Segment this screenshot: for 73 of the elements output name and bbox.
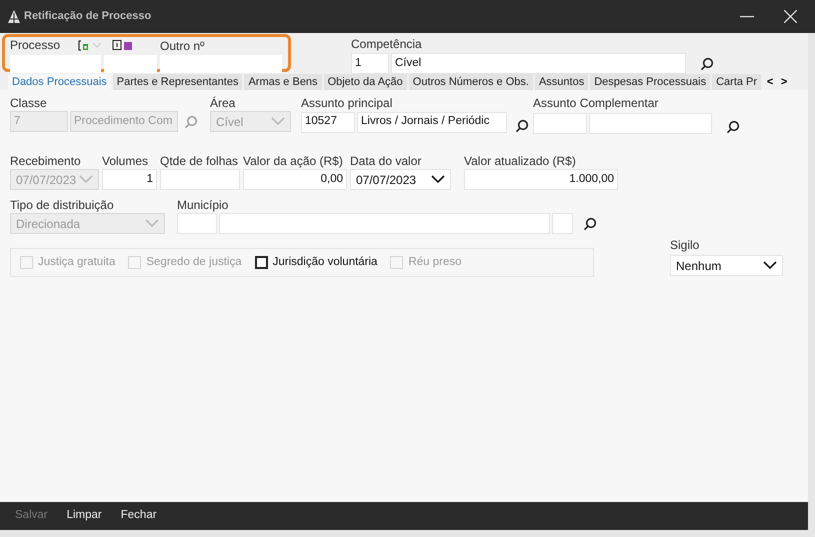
note-icon[interactable] (112, 40, 122, 51)
tab[interactable]: Dados Processuais (8, 74, 111, 90)
checkbox-label: Jurisdição voluntária (272, 254, 378, 270)
field-label: Área (210, 96, 236, 111)
input-field[interactable] (177, 213, 217, 234)
input-field[interactable] (552, 213, 573, 234)
input-field[interactable] (533, 113, 587, 134)
checkbox-label: Réu preso (408, 254, 462, 270)
tab[interactable]: Assuntos (534, 74, 588, 90)
tab-scroll-button[interactable]: > (777, 74, 792, 90)
input-field[interactable] (160, 55, 282, 73)
checkbox-label: Segredo de justiça (146, 254, 242, 270)
input-field[interactable]: 10527 (301, 112, 355, 132)
search-icon[interactable] (515, 119, 529, 133)
dropdown-value: 07/07/2023 (16, 172, 76, 188)
input-field[interactable]: Livros / Jornais / Periódic (357, 112, 507, 132)
field-label: Sigilo (670, 238, 700, 253)
field-label: Valor atualizado (R$) (464, 154, 577, 169)
checkbox-label: Justiça gratuita (38, 254, 116, 270)
dropdown-value: 07/07/2023 (356, 172, 416, 188)
dropdown-value: Nenhum (676, 258, 722, 274)
field-label: Classe (10, 96, 48, 111)
dropdown[interactable]: 07/07/2023 (350, 169, 451, 190)
tab-scroll-button[interactable]: < (763, 74, 778, 90)
window-title: Retificação de Processo (24, 9, 152, 24)
chevron-down-icon (431, 175, 445, 184)
tab[interactable]: Armas e Bens (244, 74, 322, 90)
close-icon[interactable] (784, 10, 797, 23)
chevron-down-icon[interactable] (93, 43, 102, 48)
field-label: Município (177, 198, 230, 213)
field-label: Data do valor (350, 154, 422, 169)
app-logo-icon (8, 10, 20, 23)
chevron-down-icon (79, 175, 93, 184)
field-label: Competência (351, 37, 423, 52)
field-label: Tipo de distribuição (10, 198, 115, 213)
dropdown-value: Cível (216, 114, 244, 130)
tab[interactable]: Despesas Processuais (590, 74, 710, 90)
input-field[interactable]: 1 (351, 53, 389, 74)
tab[interactable]: Carta Pr (712, 74, 762, 90)
footer-button[interactable]: Fechar (120, 507, 157, 525)
minimize-icon[interactable] (740, 16, 754, 18)
dropdown-value: Direcionada (16, 216, 80, 232)
input-field[interactable]: 1 (102, 169, 157, 190)
square-icon[interactable] (124, 42, 132, 50)
input-field[interactable] (10, 55, 101, 73)
field-label: Qtde de folhas (160, 154, 240, 169)
footer-button[interactable]: Limpar (66, 507, 102, 525)
field-label: Outro nº (160, 38, 204, 52)
dropdown[interactable]: Nenhum (670, 255, 783, 276)
field-label: Volumes (102, 154, 150, 169)
search-icon[interactable] (700, 56, 714, 70)
field-label: Assunto Complementar (533, 96, 660, 111)
search-icon[interactable] (726, 120, 740, 134)
input-field[interactable]: 1.000,00 (464, 169, 618, 190)
checkbox[interactable] (254, 256, 268, 269)
field-label: Recebimento (10, 154, 82, 169)
input-field[interactable] (160, 169, 240, 190)
field-label: Valor da ação (R$) (243, 154, 344, 169)
chevron-down-icon (763, 261, 777, 270)
input-field[interactable] (219, 213, 550, 234)
tab[interactable]: Outros Números e Obs. (408, 74, 533, 90)
input-field[interactable] (104, 55, 157, 73)
field-label: Processo (10, 38, 60, 53)
chevron-down-icon (271, 117, 285, 126)
field-label: Assunto principal (301, 96, 394, 111)
tab[interactable]: Objeto da Ação (324, 74, 407, 90)
tab[interactable]: Partes e Representantes (112, 74, 242, 90)
input-field[interactable] (589, 113, 712, 134)
document-icon[interactable] (78, 40, 90, 51)
input-field[interactable]: 0,00 (243, 169, 347, 190)
search-icon[interactable] (583, 216, 597, 230)
input-field[interactable]: Cível (391, 53, 686, 74)
chevron-down-icon (145, 219, 159, 228)
